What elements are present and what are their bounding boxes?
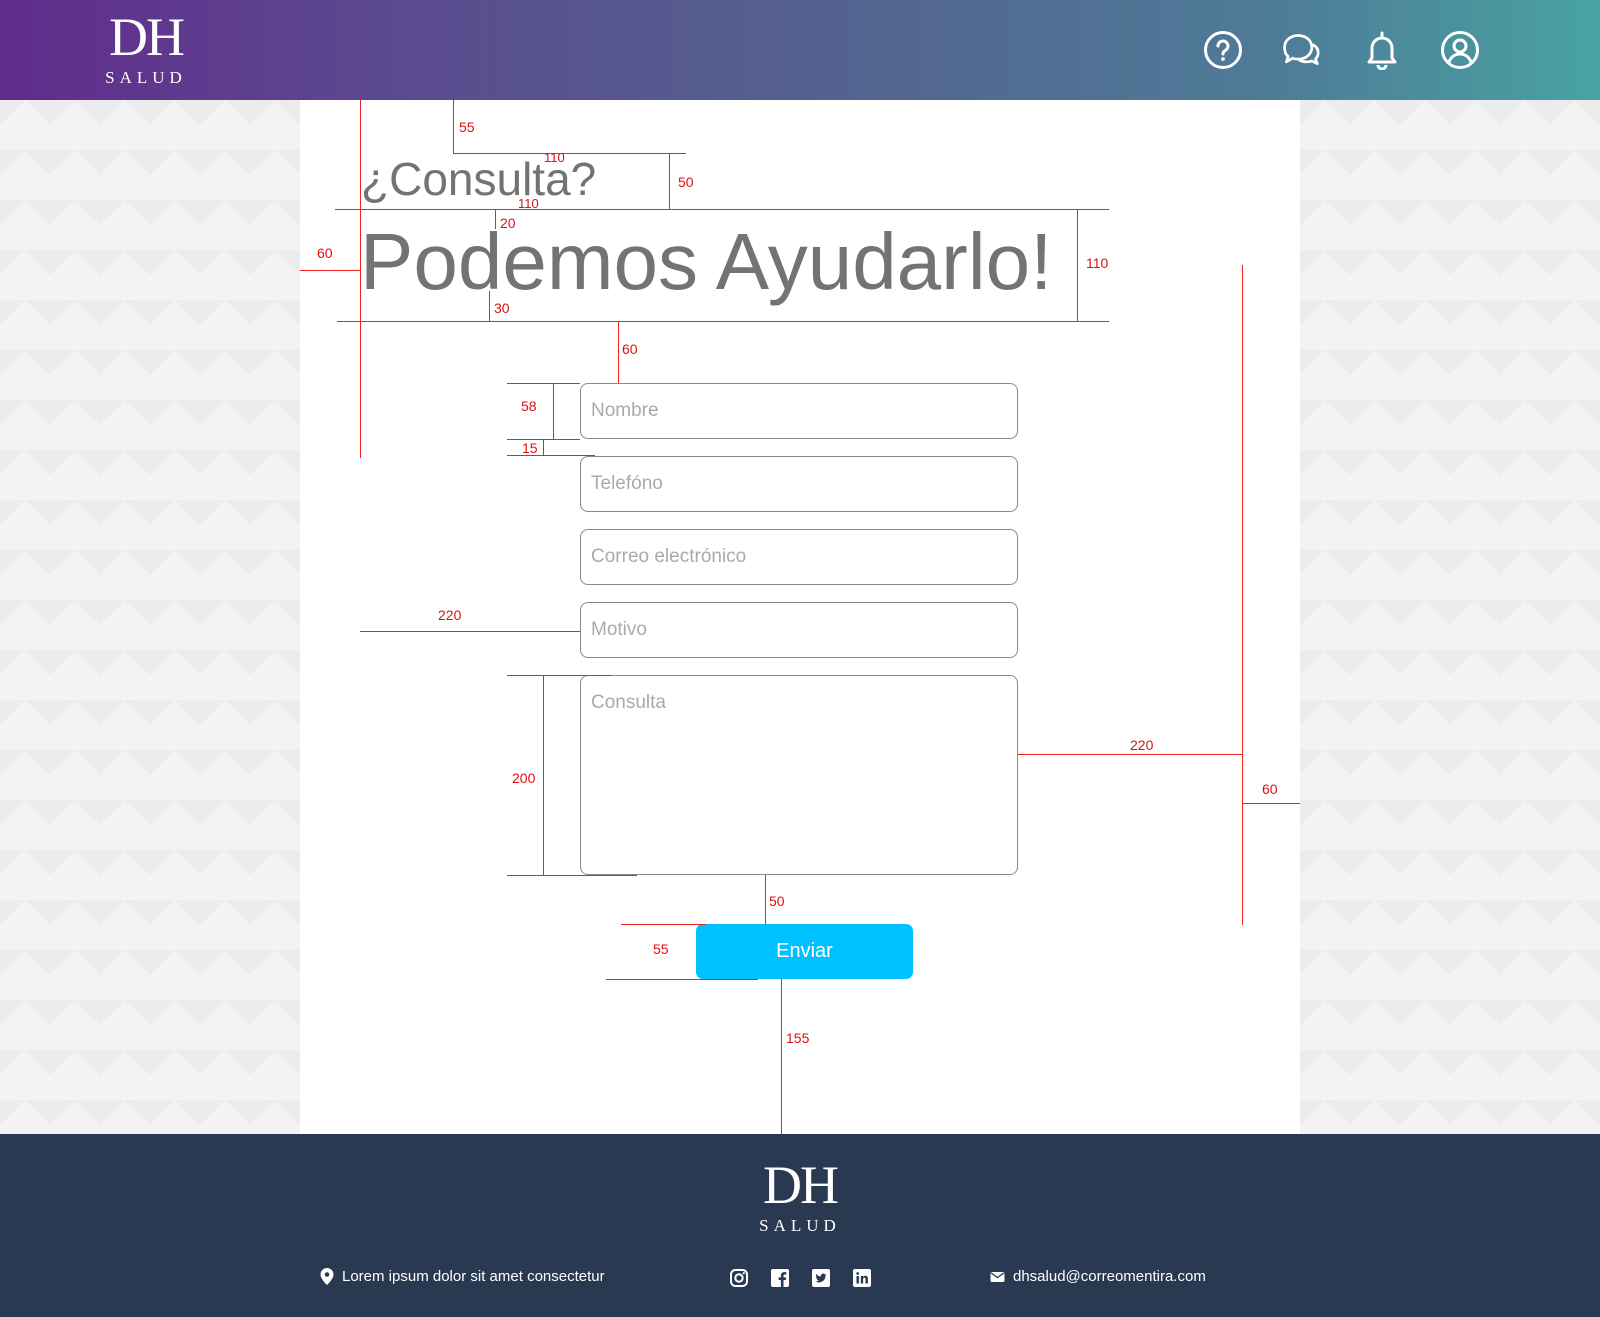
page-footer: DH SALUD Lorem ipsum dolor sit amet cons…	[0, 1134, 1600, 1317]
annotation-label: 220	[1130, 737, 1154, 753]
annotation-label: 110	[1086, 255, 1109, 271]
guide-line	[618, 321, 619, 383]
annotation-label: 200	[512, 770, 536, 786]
annotation-label: 60	[622, 341, 638, 357]
annotation-label: 110	[518, 196, 539, 211]
guide-line	[543, 675, 544, 875]
user-icon[interactable]	[1440, 30, 1480, 70]
email-text: dhsalud@correomentira.com	[1013, 1268, 1206, 1285]
help-icon[interactable]	[1203, 30, 1243, 70]
guide-line	[1242, 803, 1300, 804]
annotation-label: 50	[769, 893, 785, 909]
annotation-label: 20	[500, 215, 516, 231]
guide-line	[553, 383, 554, 439]
guide-line	[360, 631, 580, 632]
guide-line	[337, 321, 1109, 322]
logo-sub-text: SALUD	[759, 1216, 841, 1235]
facebook-icon[interactable]	[770, 1268, 790, 1288]
query-textarea[interactable]	[580, 675, 1018, 875]
guide-line	[507, 455, 595, 456]
guide-line	[543, 439, 544, 455]
guide-line	[781, 979, 782, 1134]
guide-line	[765, 875, 766, 924]
annotation-label: 55	[653, 941, 669, 957]
annotation-label: 50	[678, 174, 694, 190]
form-title: Podemos Ayudarlo!	[360, 217, 1053, 306]
logo-main-text: DH	[763, 1155, 839, 1215]
guide-line	[1018, 754, 1242, 755]
location-pin-icon	[320, 1268, 334, 1285]
annotation-label: 220	[438, 607, 462, 623]
chat-icon[interactable]	[1280, 30, 1320, 70]
guide-line	[621, 924, 706, 925]
guide-line	[335, 209, 1109, 210]
top-header: DH SALUD	[0, 0, 1600, 100]
guide-line	[669, 153, 670, 209]
footer-email[interactable]: dhsalud@correomentira.com	[990, 1268, 1206, 1285]
twitter-icon[interactable]	[811, 1268, 831, 1288]
header-logo[interactable]: DH SALUD	[96, 10, 196, 88]
address-text: Lorem ipsum dolor sit amet consectetur	[342, 1268, 605, 1285]
annotation-label: 60	[1262, 781, 1278, 797]
guide-line	[495, 209, 496, 229]
guide-line	[606, 979, 758, 980]
submit-button[interactable]: Enviar	[696, 924, 913, 979]
bell-icon[interactable]	[1362, 30, 1402, 71]
logo-main-text: DH	[109, 7, 185, 67]
guide-line	[360, 100, 361, 458]
instagram-icon[interactable]	[729, 1268, 749, 1288]
guide-line	[507, 383, 580, 384]
annotation-label: 60	[317, 245, 333, 261]
annotation-label: 110	[544, 150, 565, 165]
annotation-label: 15	[522, 440, 538, 456]
envelope-icon	[990, 1271, 1005, 1282]
guide-line	[300, 270, 360, 271]
email-input[interactable]	[580, 529, 1018, 585]
guide-line	[507, 875, 637, 876]
name-input[interactable]	[580, 383, 1018, 439]
guide-line	[453, 153, 686, 154]
linkedin-icon[interactable]	[852, 1268, 872, 1288]
reason-input[interactable]	[580, 602, 1018, 658]
guide-line	[1077, 209, 1078, 321]
footer-logo[interactable]: DH SALUD	[750, 1158, 850, 1236]
logo-sub-text: SALUD	[105, 68, 187, 87]
footer-address: Lorem ipsum dolor sit amet consectetur	[320, 1268, 605, 1285]
annotation-label: 30	[494, 300, 510, 316]
annotation-label: 58	[521, 398, 537, 414]
guide-line	[507, 675, 612, 676]
annotation-label: 55	[459, 119, 475, 135]
guide-line	[453, 100, 454, 153]
annotation-label: 155	[786, 1030, 810, 1046]
phone-input[interactable]	[580, 456, 1018, 512]
guide-line	[489, 291, 490, 321]
guide-line	[1242, 265, 1243, 925]
